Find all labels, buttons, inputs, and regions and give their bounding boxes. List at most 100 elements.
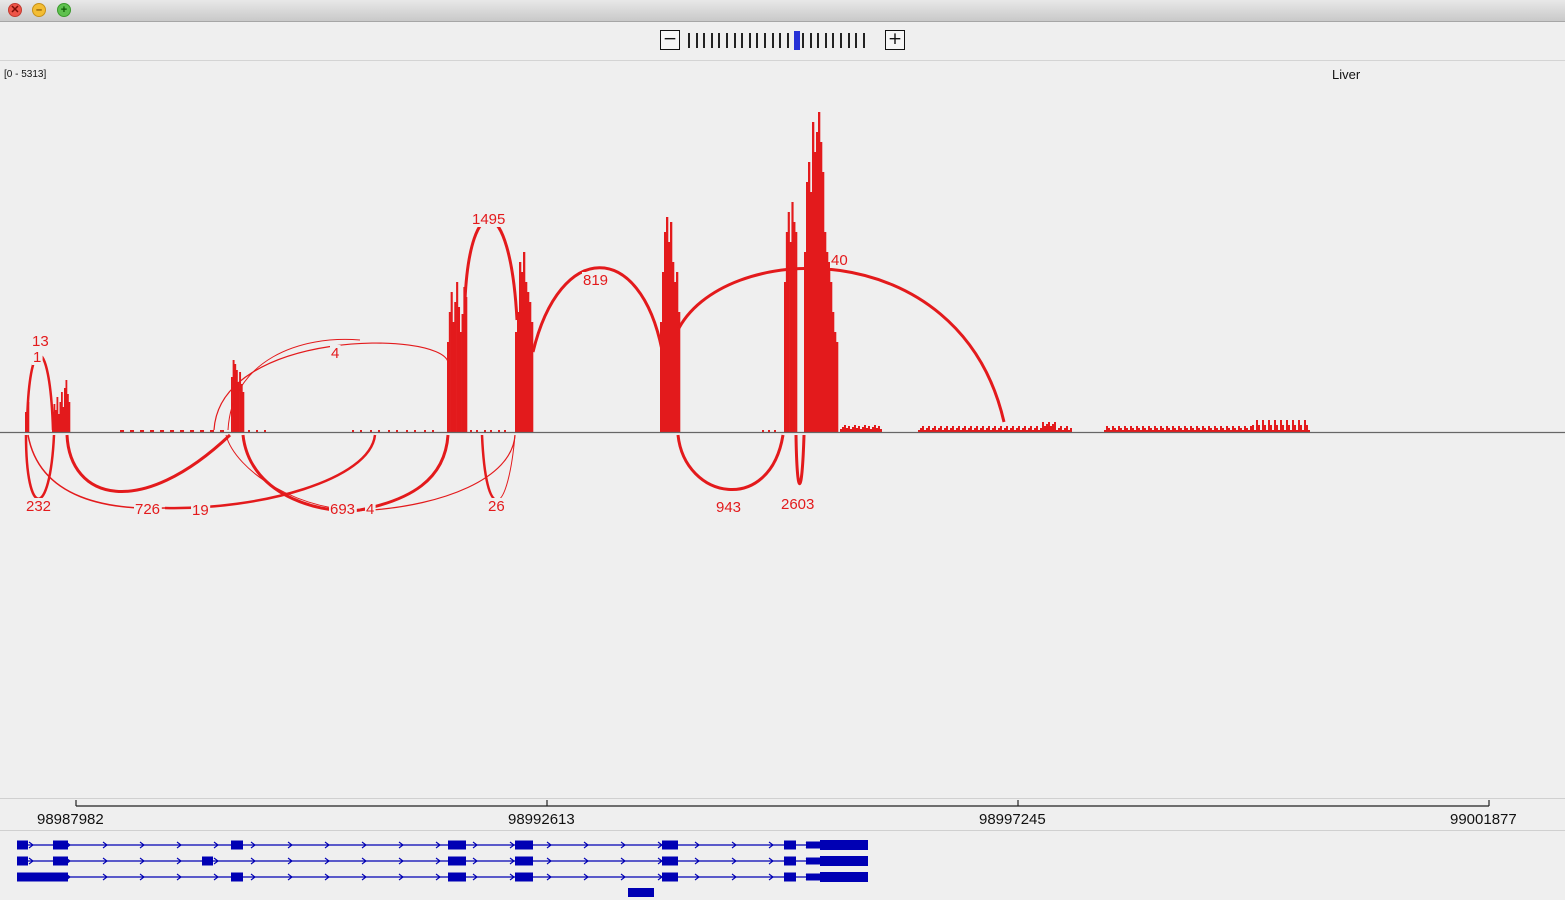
exon-block	[448, 840, 466, 850]
coverage-bar	[1004, 428, 1006, 432]
coverage-bar	[1116, 430, 1118, 432]
coverage-bar	[666, 217, 669, 432]
coverage-bar	[1198, 428, 1200, 432]
coverage-bar	[210, 430, 212, 432]
junction-arc	[496, 434, 516, 501]
coverage-bar	[1210, 428, 1212, 432]
coverage-bar	[1036, 426, 1038, 432]
coverage-bar	[470, 430, 472, 432]
coverage-bar	[1206, 430, 1208, 432]
coverage-bar	[1270, 425, 1272, 432]
coverage-bar	[142, 430, 144, 432]
coverage-bar	[672, 262, 675, 432]
exon-block	[806, 857, 820, 865]
coverage-bar	[956, 428, 958, 432]
coverage-bar	[1158, 430, 1160, 432]
coverage-bar	[1300, 425, 1302, 432]
exon-block	[515, 856, 533, 866]
coverage-bar	[1224, 430, 1226, 432]
coverage-bar	[152, 430, 154, 432]
exon-block	[231, 840, 243, 850]
exon-block	[231, 872, 243, 882]
coverage-bar	[768, 430, 770, 432]
junction-arc	[164, 434, 377, 510]
coverage-bar	[424, 430, 426, 432]
coverage-bar	[1104, 430, 1106, 432]
coverage-bar	[814, 152, 817, 432]
exon-block	[202, 856, 213, 866]
coverage-bar	[1134, 430, 1136, 432]
coverage-bar	[960, 430, 962, 432]
coverage-bar	[1254, 430, 1256, 432]
junction-arc	[359, 434, 450, 512]
coverage-bar	[1142, 426, 1144, 432]
coverage-bar	[1010, 428, 1012, 432]
coverage-bar	[808, 162, 811, 432]
coverage-bar	[360, 430, 362, 432]
coverage-bar	[162, 430, 164, 432]
coverage-bar	[1230, 430, 1232, 432]
coverage-bar	[192, 430, 194, 432]
coverage-bar	[1120, 428, 1122, 432]
coverage-bar	[856, 428, 858, 432]
coverage-bar	[785, 232, 789, 432]
junction-labels: 131 1495 4 819 40 232 726 19 693 4 26 943 2603	[25, 211, 850, 519]
coverage-bar	[1168, 428, 1170, 432]
coverage-bar	[664, 232, 667, 432]
coverage-bar	[1274, 420, 1276, 432]
coverage-bar	[980, 428, 982, 432]
coverage-bar	[1118, 426, 1120, 432]
coverage-bar	[1020, 430, 1022, 432]
coverage-bar	[1034, 428, 1036, 432]
coverage-bar	[1056, 430, 1058, 432]
coverage-bar	[954, 430, 956, 432]
coverage-bar	[1152, 430, 1154, 432]
coverage-bar	[936, 430, 938, 432]
coverage-bar	[484, 430, 486, 432]
coverage-bar	[1240, 428, 1242, 432]
coverage-bar	[1250, 426, 1252, 432]
coverage-bar	[962, 428, 964, 432]
coverage-bar	[1238, 426, 1240, 432]
coverage-bar	[860, 429, 862, 432]
coverage-bar	[1266, 430, 1268, 432]
coverage-bar	[140, 430, 142, 432]
coverage-bar	[1306, 425, 1308, 432]
coverage-bar	[1200, 430, 1202, 432]
coverage-bar	[1126, 428, 1128, 432]
coverage-bar	[447, 342, 450, 432]
coverage-bar	[1064, 428, 1066, 432]
coverage-bar	[1282, 425, 1284, 432]
coverage-bar	[515, 332, 518, 432]
coverage-bar	[1232, 426, 1234, 432]
coverage-bar	[994, 426, 996, 432]
coverage-bar	[1256, 420, 1258, 432]
coverage-bar	[450, 292, 453, 432]
coverage-bar	[132, 430, 134, 432]
coverage-bar	[200, 430, 202, 432]
coverage-bar	[220, 430, 222, 432]
coverage-bar	[676, 272, 679, 432]
coverage-bar	[170, 430, 172, 432]
coverage-bar	[414, 430, 416, 432]
exon-block	[53, 840, 68, 850]
coverage-bar	[130, 430, 132, 432]
coverage-bar	[1162, 428, 1164, 432]
junction-count-label: 819	[583, 272, 608, 289]
coverage-bar	[1050, 426, 1052, 432]
coverage-bar	[880, 429, 882, 432]
sashimi-plot: 131 1495 4 819 40 232 726 19 693 4 26 943 2603	[0, 112, 1565, 897]
exon-block	[806, 873, 820, 881]
junction-arc	[65, 433, 232, 493]
coverage-bar	[490, 430, 492, 432]
junction-arc	[25, 354, 55, 431]
coverage-bar	[1110, 430, 1112, 432]
coverage-bar	[519, 262, 522, 432]
coverage-bar	[787, 212, 790, 432]
coverage-bar	[529, 302, 532, 432]
gene-track[interactable]	[17, 840, 868, 897]
coverage-bar	[810, 192, 813, 432]
coverage-bar	[1058, 428, 1060, 432]
coverage-bar	[844, 425, 846, 432]
coverage-bar	[1290, 430, 1292, 432]
